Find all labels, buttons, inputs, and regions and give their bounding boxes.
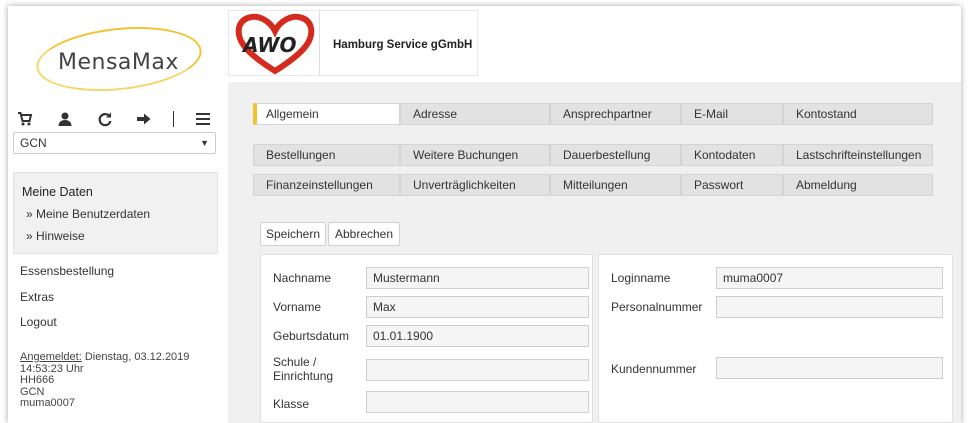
app-window: MensaMax GCN ▼ Meine Daten » Meine Benut… (8, 6, 961, 423)
tab-finanzeinstellungen[interactable]: Finanzeinstellungen (253, 174, 400, 196)
kundennummer-field[interactable] (716, 357, 943, 379)
header-brand: AWO Hamburg Service gGmbH (228, 10, 478, 76)
mensamax-logo[interactable]: MensaMax (8, 6, 220, 99)
save-button[interactable]: Speichern (260, 222, 326, 246)
menu-icon[interactable] (192, 109, 214, 129)
tab-lastschrifteinstellungen[interactable]: Lastschrifteinstellungen (783, 144, 933, 166)
sidebar-item-hinweise[interactable]: » Hinweise (26, 229, 85, 243)
sidebar-item-benutzerdaten[interactable]: » Meine Benutzerdaten (26, 207, 150, 221)
refresh-icon[interactable] (94, 109, 116, 129)
status-code: HH666 (20, 374, 55, 386)
tab-mitteilungen[interactable]: Mitteilungen (550, 174, 681, 196)
klasse-label: Klasse (273, 397, 310, 411)
cart-icon[interactable] (14, 109, 36, 129)
loginname-label: Loginname (611, 271, 671, 285)
nachname-field[interactable]: Mustermann (366, 267, 589, 289)
toolbar-divider (173, 111, 175, 127)
awo-logo-text: AWO (243, 33, 297, 57)
personalnummer-label: Personalnummer (611, 300, 703, 314)
location-select[interactable]: GCN ▼ (13, 132, 216, 154)
tab-adresse[interactable]: Adresse (400, 103, 550, 125)
meine-daten-panel: Meine Daten » Meine Benutzerdaten » Hinw… (13, 172, 218, 254)
personal-data-panel: Nachname Mustermann Vorname Max Geburtsd… (260, 254, 593, 423)
schule-label: Schule / Einrichtung (273, 355, 333, 383)
loginname-field[interactable]: muma0007 (716, 267, 943, 289)
sidebar-item-logout[interactable]: Logout (20, 315, 57, 329)
tab-passwort[interactable]: Passwort (681, 174, 783, 196)
status-user: muma0007 (20, 397, 76, 409)
klasse-field[interactable] (366, 391, 589, 413)
sidebar-item-extras[interactable]: Extras (20, 290, 54, 304)
location-select-value: GCN (20, 136, 47, 150)
kundennummer-label: Kundennummer (611, 362, 697, 376)
tab-weitere-buchungen[interactable]: Weitere Buchungen (400, 144, 550, 166)
sidebar-item-essensbestellung[interactable]: Essensbestellung (20, 264, 114, 278)
status-date: Dienstag, 03.12.2019 (84, 351, 190, 363)
brand-divider (319, 11, 320, 75)
schule-label-line2: Einrichtung (273, 369, 334, 383)
tab-ansprechpartner[interactable]: Ansprechpartner (550, 103, 681, 125)
vorname-label: Vorname (273, 300, 322, 314)
account-data-panel: Loginname muma0007 Personalnummer Kunden… (598, 254, 953, 423)
nachname-label: Nachname (273, 271, 332, 285)
logo-text: MensaMax (58, 50, 179, 75)
sign-out-icon[interactable] (133, 109, 155, 129)
chevron-down-icon: ▼ (200, 138, 209, 148)
geburtsdatum-label: Geburtsdatum (273, 329, 350, 343)
sidebar-toolbar (14, 108, 214, 130)
tab-abmeldung[interactable]: Abmeldung (783, 174, 933, 196)
tab-kontostand[interactable]: Kontostand (783, 103, 933, 125)
tab-unvertraeglichkeiten[interactable]: Unverträglichkeiten (400, 174, 550, 196)
tab-email[interactable]: E-Mail (681, 103, 783, 125)
geburtsdatum-field[interactable]: 01.01.1900 (366, 325, 589, 347)
schule-field[interactable] (366, 359, 589, 381)
schule-label-line1: Schule / (273, 355, 317, 369)
company-name: Hamburg Service gGmbH (333, 39, 473, 51)
personalnummer-field[interactable] (716, 296, 943, 318)
status-label: Angemeldet: (20, 351, 82, 363)
vorname-field[interactable]: Max (366, 296, 589, 318)
meine-daten-title[interactable]: Meine Daten (22, 185, 93, 199)
tab-bestellungen[interactable]: Bestellungen (253, 144, 400, 166)
sidebar: MensaMax GCN ▼ Meine Daten » Meine Benut… (8, 6, 220, 423)
login-status: Angemeldet: Dienstag, 03.12.2019 14:53:2… (20, 351, 190, 410)
tab-allgemein[interactable]: Allgemein (253, 103, 400, 125)
main-content: Allgemein Adresse Ansprechpartner E-Mail… (228, 82, 961, 423)
cancel-button[interactable]: Abbrechen (328, 222, 400, 246)
tab-kontodaten[interactable]: Kontodaten (681, 144, 783, 166)
user-icon[interactable] (54, 109, 76, 129)
tab-dauerbestellung[interactable]: Dauerbestellung (550, 144, 681, 166)
